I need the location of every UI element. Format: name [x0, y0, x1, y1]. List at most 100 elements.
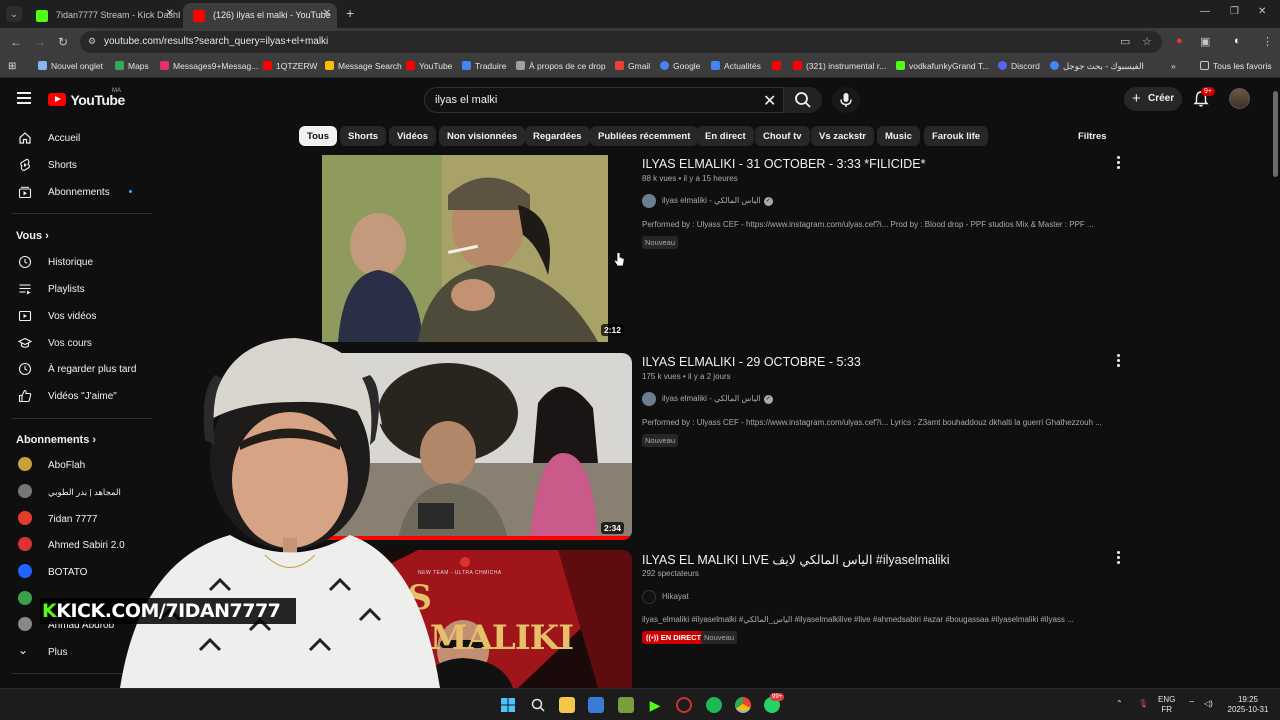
video-title-link[interactable]: ILYAS EL MALIKI LIVE الياس المالكي لايف …: [642, 552, 950, 567]
menu-icon[interactable]: [17, 92, 31, 104]
language-switcher[interactable]: ENG FR: [1158, 695, 1175, 715]
search-input[interactable]: ilyas el malki ✕: [424, 87, 784, 113]
more-options-icon[interactable]: [1114, 551, 1122, 566]
chip-watched[interactable]: Regardées: [525, 126, 590, 146]
search-button[interactable]: [784, 87, 822, 113]
bookmark-item[interactable]: À propos de ce drop: [516, 61, 606, 71]
extension-icon[interactable]: ●: [1176, 35, 1183, 47]
bookmark-item[interactable]: Gmail: [615, 61, 650, 71]
profile-icon[interactable]: ◐: [1234, 35, 1241, 47]
bookmark-item[interactable]: Maps: [115, 61, 149, 71]
bookmark-item[interactable]: [772, 61, 785, 71]
clear-search-icon[interactable]: ✕: [763, 91, 776, 111]
chip-chouf-tv[interactable]: Chouf tv: [755, 126, 810, 146]
apps-grid-icon[interactable]: ⊞: [8, 61, 16, 72]
tray-overflow-icon[interactable]: ⌃: [1116, 699, 1123, 709]
filters-button[interactable]: Filtres: [1078, 131, 1107, 142]
channel-avatar: [18, 617, 32, 631]
sidebar-item-label: Vos cours: [48, 338, 92, 349]
account-avatar[interactable]: [1229, 88, 1250, 109]
create-button[interactable]: + Créer: [1124, 87, 1182, 111]
browser-tab-kick[interactable]: 7idan7777 Stream - Kick Dashb ✕: [26, 3, 180, 28]
notifications-button[interactable]: 9+: [1193, 87, 1215, 113]
sidebar-item-subscriptions[interactable]: Abonnements: [0, 180, 152, 204]
bookmark-item[interactable]: Nouvel onglet: [38, 61, 103, 71]
extensions-puzzle-icon[interactable]: ▣: [1200, 35, 1210, 48]
chip-unwatched[interactable]: Non visionnées: [439, 126, 526, 146]
bookmark-item[interactable]: Traduire: [462, 61, 506, 71]
microphone-icon[interactable]: 🎙: [1138, 699, 1148, 709]
subscriptions-icon: [18, 186, 32, 199]
all-bookmarks-button[interactable]: Tous les favoris: [1200, 61, 1272, 71]
obs-icon[interactable]: [676, 697, 692, 713]
chip-farouk-life[interactable]: Farouk life: [924, 126, 989, 146]
clock[interactable]: 19:25 2025-10-31: [1226, 695, 1270, 715]
minecraft-icon[interactable]: [618, 697, 634, 713]
bookmark-item[interactable]: (321) instrumental r...: [793, 61, 886, 71]
minimize-icon[interactable]: —: [1200, 6, 1210, 17]
bookmarks-overflow-icon[interactable]: »: [1171, 61, 1176, 71]
voice-search-button[interactable]: [832, 87, 860, 113]
sidebar-item-playlists[interactable]: Playlists: [0, 277, 152, 301]
forward-icon[interactable]: →: [34, 35, 46, 49]
sidebar-item-shorts[interactable]: Shorts: [0, 153, 152, 177]
bookmark-star-icon[interactable]: ☆: [1142, 35, 1152, 48]
chip-live[interactable]: En direct: [697, 126, 754, 146]
volume-icon[interactable]: ◁): [1204, 699, 1213, 709]
kick-app-icon[interactable]: ▶: [647, 697, 663, 713]
sidebar-subscriptions-heading[interactable]: Abonnements ›: [16, 434, 96, 446]
restore-icon[interactable]: ❐: [1230, 6, 1239, 17]
chip-all[interactable]: Tous: [299, 126, 337, 146]
back-icon[interactable]: ←: [10, 35, 22, 49]
chip-recent[interactable]: Publiées récemment: [590, 126, 699, 146]
scrollbar-thumb[interactable]: [1273, 91, 1278, 177]
new-badge: Nouveau: [642, 236, 679, 249]
bookmark-item[interactable]: Google: [660, 61, 700, 71]
channel-link[interactable]: ilyas elmaliki - الياس المالكي ✓: [642, 194, 773, 208]
video-thumbnail[interactable]: 2:12: [298, 155, 632, 342]
chip-vs-zackstr[interactable]: Vs zackstr: [811, 126, 875, 146]
spotify-icon[interactable]: [706, 697, 722, 713]
sidebar-item-home[interactable]: Accueil: [0, 126, 152, 150]
youtube-logo[interactable]: YouTube MA: [48, 88, 125, 109]
chip-shorts[interactable]: Shorts: [340, 126, 387, 146]
sidebar-item-history[interactable]: Historique: [0, 250, 152, 274]
bookmark-item[interactable]: 1QTZERW: [263, 61, 317, 71]
windows-start-icon[interactable]: [500, 697, 516, 713]
close-window-icon[interactable]: ✕: [1258, 6, 1266, 17]
browser-menu-icon[interactable]: ⋮: [1262, 35, 1273, 48]
video-title-link[interactable]: ILYAS ELMALIKI - 31 OCTOBER - 3:33 *FILI…: [642, 157, 925, 171]
more-options-icon[interactable]: [1114, 354, 1122, 369]
chip-videos[interactable]: Vidéos: [389, 126, 436, 146]
bookmark-item[interactable]: Actualités: [711, 61, 761, 71]
bookmark-item[interactable]: YouTube: [406, 61, 452, 71]
install-app-icon[interactable]: ▭: [1120, 35, 1130, 48]
bookmark-item[interactable]: Discord: [998, 61, 1040, 71]
tab-search-button[interactable]: ⌄: [6, 6, 22, 22]
bookmark-item[interactable]: الفيسبوك - بحث جوجل: [1050, 61, 1144, 72]
browser-tab-youtube[interactable]: (126) ilyas el malki - YouTube ✕: [183, 3, 337, 28]
bookmark-item[interactable]: vodkafunkyGrand T...: [896, 61, 989, 71]
more-options-icon[interactable]: [1114, 156, 1122, 171]
url-field[interactable]: ⚙ youtube.com/results?search_query=ilyas…: [80, 31, 1162, 53]
bookmark-item[interactable]: Message Search: [325, 61, 402, 71]
close-tab-icon[interactable]: ✕: [323, 8, 331, 19]
chrome-icon[interactable]: [735, 697, 751, 713]
close-tab-icon[interactable]: ✕: [166, 8, 174, 19]
file-explorer-icon[interactable]: [559, 697, 575, 713]
channel-link[interactable]: ilyas elmaliki - الياس المالكي ✓: [642, 392, 773, 406]
reload-icon[interactable]: ↻: [58, 35, 68, 49]
sidebar-you-heading[interactable]: Vous ›: [16, 230, 49, 242]
sidebar-item-your-videos[interactable]: Vos vidéos: [0, 304, 152, 328]
video-title-link[interactable]: ILYAS ELMALIKI - 29 OCTOBRE - 5:33: [642, 355, 861, 369]
wifi-icon[interactable]: ⌔: [1188, 699, 1196, 709]
search-icon[interactable]: [530, 697, 546, 713]
bookmark-label: Actualités: [724, 61, 761, 71]
site-info-icon[interactable]: ⚙: [88, 36, 96, 47]
channel-link[interactable]: Hikayat: [642, 590, 689, 604]
page-scrollbar[interactable]: [1271, 79, 1280, 685]
microsoft-store-icon[interactable]: [588, 697, 604, 713]
new-tab-icon[interactable]: +: [346, 5, 354, 21]
chip-music[interactable]: Music: [877, 126, 920, 146]
bookmark-item[interactable]: Messages9+Messag...: [160, 61, 258, 71]
